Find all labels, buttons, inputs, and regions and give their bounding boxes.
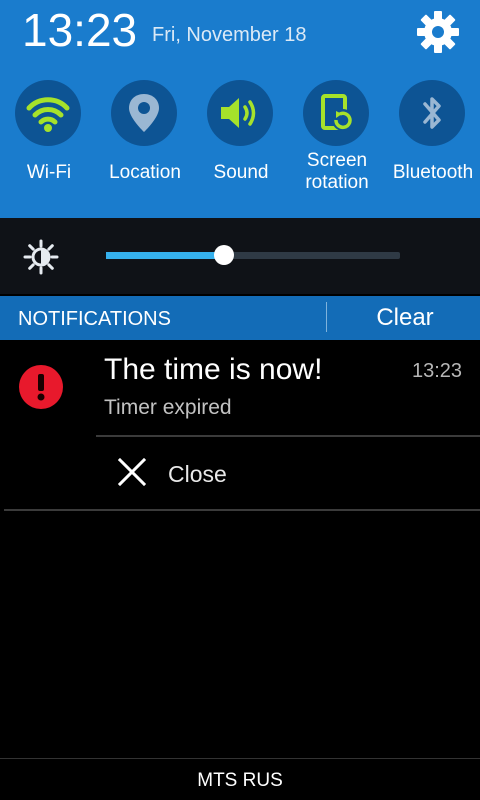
auto-brightness-button[interactable] xyxy=(22,238,60,281)
brightness-icon xyxy=(23,239,59,275)
notification-time: 13:23 xyxy=(412,360,463,382)
date: Fri, November 18 xyxy=(152,24,307,46)
sound-toggle-circle xyxy=(207,80,273,146)
screen-rotation-toggle-circle xyxy=(303,80,369,146)
screen-rotation-toggle[interactable]: Screen rotation xyxy=(289,80,385,220)
close-icon xyxy=(117,457,147,491)
carrier-label: MTS RUS xyxy=(197,770,283,791)
close-action-label: Close xyxy=(168,461,227,487)
sound-icon xyxy=(221,98,256,128)
alert-icon xyxy=(18,364,64,415)
notifications-divider xyxy=(326,302,327,332)
brightness-slider-thumb[interactable] xyxy=(214,245,234,265)
brightness-slider[interactable] xyxy=(106,252,400,259)
gear-icon xyxy=(417,11,459,53)
notification-bottom-divider xyxy=(4,509,480,511)
screen-rotation-icon xyxy=(321,94,354,131)
wifi-icon xyxy=(26,97,70,132)
sound-toggle[interactable]: Sound xyxy=(193,80,289,220)
notification-title: The time is now! xyxy=(104,353,323,386)
carrier-divider xyxy=(0,758,480,759)
brightness-slider-fill xyxy=(106,252,224,259)
bluetooth-toggle-circle xyxy=(399,80,465,146)
location-toggle[interactable]: Location xyxy=(97,80,193,220)
location-toggle-circle xyxy=(111,80,177,146)
wifi-toggle[interactable]: Wi-Fi xyxy=(1,80,97,220)
bluetooth-icon xyxy=(423,97,441,129)
bluetooth-toggle[interactable]: Bluetooth xyxy=(385,80,480,220)
notification-subtitle: Timer expired xyxy=(104,396,232,419)
clear-button[interactable]: Clear xyxy=(330,296,480,340)
close-action-button[interactable] xyxy=(96,437,480,509)
settings-button[interactable] xyxy=(414,8,462,56)
clock: 13:23 xyxy=(22,4,138,56)
wifi-toggle-circle xyxy=(15,80,81,146)
notifications-title: NOTIFICATIONS xyxy=(18,308,171,330)
location-icon xyxy=(129,94,159,132)
bluetooth-label: Bluetooth xyxy=(392,162,474,183)
